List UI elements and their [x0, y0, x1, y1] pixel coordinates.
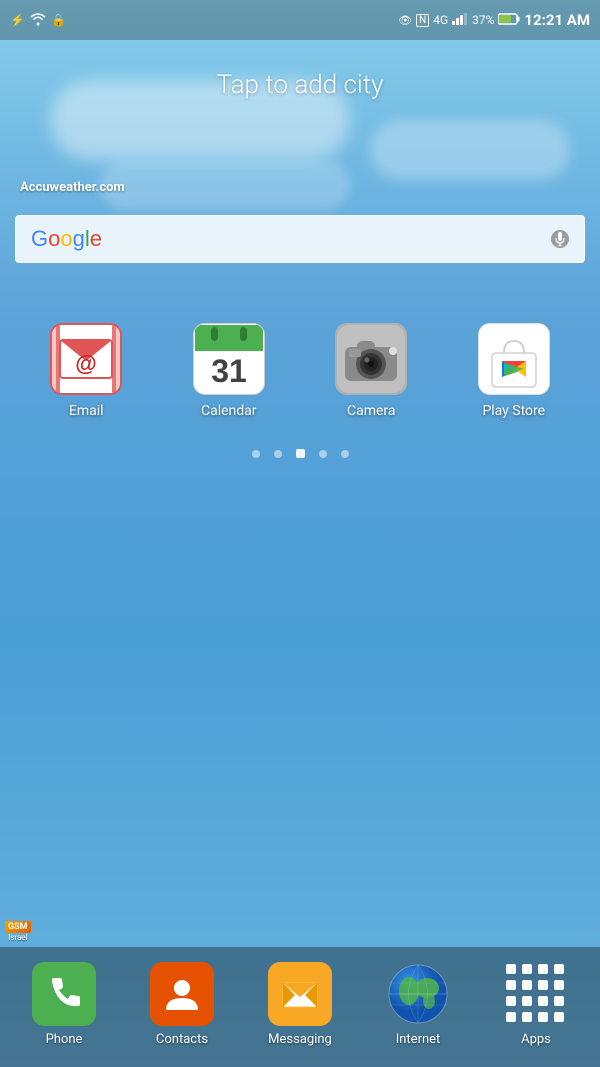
- israel-label: Israel: [8, 933, 27, 942]
- apps-icon[interactable]: [504, 962, 568, 1026]
- app-icon-email[interactable]: @ Email: [31, 323, 141, 419]
- phone-label: Phone: [46, 1032, 83, 1047]
- status-left-icons: ⚡ 🔒: [10, 12, 66, 29]
- page-dot-2[interactable]: [274, 450, 282, 458]
- messaging-icon[interactable]: [268, 962, 332, 1026]
- time-display: 12:21 AM: [524, 11, 590, 29]
- app-icon-calendar[interactable]: 31 Calendar: [174, 323, 284, 419]
- mic-icon[interactable]: [551, 230, 569, 248]
- status-bar: ⚡ 🔒 👁 N 4G 37%: [0, 0, 600, 40]
- usb-icon: ⚡: [10, 13, 25, 27]
- signal-bars-icon: [452, 13, 468, 28]
- main-content: Tap to add city Accuweather.com Google: [0, 40, 600, 1067]
- watermark: GSM Israel: [5, 921, 31, 942]
- playstore-label: Play Store: [482, 403, 545, 419]
- battery-percent: 37%: [472, 13, 494, 27]
- svg-text:@: @: [76, 351, 97, 376]
- internet-label: Internet: [396, 1032, 441, 1047]
- dock-item-messaging[interactable]: Messaging: [250, 962, 350, 1047]
- messaging-label: Messaging: [268, 1032, 332, 1047]
- app-icon-playstore[interactable]: Play Store: [459, 323, 569, 419]
- app-icon-camera[interactable]: Camera: [316, 323, 426, 419]
- page-indicators: [0, 429, 600, 478]
- apps-label: Apps: [521, 1032, 551, 1047]
- gsm-label: GSM: [5, 921, 31, 933]
- eye-icon: 👁: [398, 14, 412, 27]
- status-right-icons: 👁 N 4G 37% 12:21 AM: [398, 11, 590, 29]
- svg-text:31: 31: [211, 353, 247, 389]
- network-icon: 4G: [433, 13, 448, 27]
- bottom-dock: Phone Contacts Messaging: [0, 947, 600, 1067]
- lock-icon: 🔒: [51, 13, 66, 27]
- phone-icon[interactable]: [32, 962, 96, 1026]
- app-icons-row: @ Email 31 Calendar: [0, 303, 600, 429]
- page-dot-4[interactable]: [319, 450, 327, 458]
- dock-item-contacts[interactable]: Contacts: [132, 962, 232, 1047]
- email-label: Email: [69, 403, 104, 419]
- contacts-icon[interactable]: [150, 962, 214, 1026]
- calendar-label: Calendar: [201, 403, 257, 419]
- search-container[interactable]: Google: [0, 205, 600, 273]
- internet-icon[interactable]: [386, 962, 450, 1026]
- page-dot-3-active[interactable]: [296, 449, 305, 458]
- page-dot-5[interactable]: [341, 450, 349, 458]
- tap-to-add-label[interactable]: Tap to add city: [20, 70, 580, 100]
- dock-item-internet[interactable]: Internet: [368, 962, 468, 1047]
- weather-widget[interactable]: Tap to add city Accuweather.com: [0, 40, 600, 205]
- dock-item-phone[interactable]: Phone: [14, 962, 114, 1047]
- google-logo: Google: [31, 226, 102, 252]
- page-dot-1[interactable]: [252, 450, 260, 458]
- nfc-icon: N: [416, 14, 429, 27]
- wifi-icon: [30, 12, 46, 29]
- battery-icon: [498, 13, 520, 28]
- google-search-bar[interactable]: Google: [15, 215, 585, 263]
- dock-item-apps[interactable]: Apps: [486, 962, 586, 1047]
- accuweather-label: Accuweather.com: [20, 180, 580, 195]
- contacts-label: Contacts: [156, 1032, 208, 1047]
- camera-label: Camera: [347, 403, 396, 419]
